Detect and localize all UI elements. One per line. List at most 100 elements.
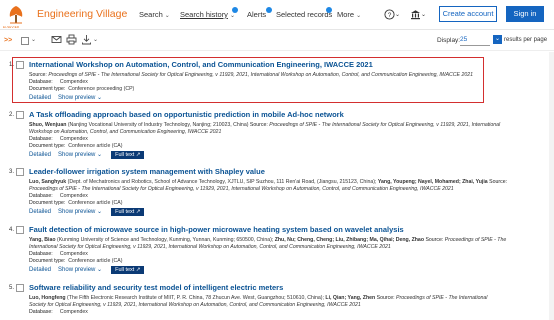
author-name[interactable]: Luo, Hongfeng [29, 295, 66, 301]
full-text-label: Full text [115, 152, 135, 158]
full-text-label: Full text [115, 209, 135, 215]
help-icon[interactable]: ? [384, 9, 395, 22]
author-affiliation: (The Fifth Electronic Research Institute… [67, 295, 324, 301]
coauthor-names[interactable]: Zhu, Nu; Cheng, Cheng; Liu, Zhibang; Ma,… [275, 237, 424, 243]
author-name[interactable]: Yang, Biao [29, 237, 56, 243]
show-preview-link[interactable]: Show preview ⌄ [58, 209, 102, 215]
nav-alerts[interactable]: Alerts [247, 10, 266, 19]
author-affiliation: (Dept. of Mechatronics and Robotics, Sch… [67, 179, 377, 185]
result-title[interactable]: International Workshop on Automation, Co… [29, 60, 373, 69]
chevron-down-icon: ⌄ [97, 152, 103, 158]
show-preview-link[interactable]: Show preview ⌄ [58, 95, 102, 101]
doctype-label: Document type: [29, 200, 66, 206]
source-text: International Society for Optical Engine… [29, 244, 391, 250]
display-label: Display: [437, 37, 461, 44]
alerts-badge [266, 7, 272, 13]
search-history-badge [232, 7, 238, 13]
result-actions: Detailed Show preview ⌄ Full text ↗ [29, 151, 145, 159]
create-account-button[interactable]: Create account [439, 6, 497, 22]
detailed-link[interactable]: Detailed [29, 152, 51, 158]
show-preview-label: Show preview [58, 267, 96, 273]
sign-in-button[interactable]: Sign in [506, 6, 544, 22]
show-preview-label: Show preview [58, 152, 96, 158]
results-per-page-select[interactable]: 25 [460, 36, 490, 46]
nav-search[interactable]: Search ⌄ [139, 10, 170, 19]
result-authors: Luo, Hongfeng (The Fifth Electronic Rese… [29, 295, 487, 302]
coauthor-names[interactable]: Yang, Youpeng; Nayel, Mohamed; Zhai, Yuj… [378, 179, 488, 185]
result-actions: Detailed Show preview ⌄ [29, 94, 109, 101]
source-text: Workshop on Automation, Control, and Com… [29, 129, 222, 135]
doctype-value: Conference proceeding (CP) [68, 86, 135, 92]
doctype-value: Conference article (CA) [68, 258, 123, 264]
result-title[interactable]: Leader-follower irrigation system manage… [29, 167, 265, 176]
nav-selected-records-label: Selected records [276, 10, 333, 19]
elsevier-logo[interactable] [4, 3, 28, 27]
chevron-down-icon[interactable]: ⌄ [93, 36, 98, 43]
chevron-down-icon[interactable]: ⌄ [395, 11, 400, 18]
chevron-down-icon: ⌄ [164, 13, 170, 19]
chevron-down-icon: ⌄ [97, 95, 103, 101]
chevron-down-icon[interactable]: ⌄ [31, 36, 36, 43]
result-number: 5. [9, 285, 15, 291]
detailed-link[interactable]: Detailed [29, 95, 51, 101]
chevron-down-icon: ⌄ [97, 209, 103, 215]
result-checkbox[interactable] [16, 168, 24, 176]
elsevier-caption: ELSEVIER [3, 25, 20, 29]
nav-more-label: More [337, 10, 355, 19]
chevron-down-icon[interactable]: ⌄ [421, 11, 426, 18]
show-preview-link[interactable]: Show preview ⌄ [58, 267, 102, 273]
source-label: Source: [29, 72, 47, 78]
result-checkbox[interactable] [16, 226, 24, 234]
database-label: Database: [29, 79, 53, 85]
result-number: 1. [9, 62, 15, 68]
show-preview-link[interactable]: Show preview ⌄ [58, 152, 102, 158]
full-text-button[interactable]: Full text ↗ [111, 151, 145, 159]
email-icon[interactable] [51, 34, 62, 47]
author-name[interactable]: Luo, Sanghyuk [29, 179, 66, 185]
database-label: Database: [29, 136, 53, 142]
detailed-link[interactable]: Detailed [29, 209, 51, 215]
results-toolbar: >> ⌄ ⌄ Display: 25 ⌄ results per page [0, 31, 554, 51]
expand-sidebar-icon[interactable]: >> [4, 37, 12, 44]
database-value: Compendex [59, 309, 88, 315]
download-icon[interactable] [81, 34, 92, 47]
source-label: Source: [376, 295, 395, 301]
result-source: Source: Proceedings of SPIE - The Intern… [29, 72, 473, 79]
result-actions: Detailed Show preview ⌄ Full text ↗ [29, 266, 145, 274]
chevron-down-icon: ⌄ [229, 13, 235, 19]
chevron-down-icon[interactable]: ⌄ [493, 35, 502, 44]
result-database: Database: Compendex [29, 309, 88, 316]
page-scrollbar[interactable] [549, 52, 554, 320]
nav-selected-records[interactable]: Selected records [276, 10, 332, 19]
brand-title[interactable]: Engineering Village [37, 8, 127, 20]
result-database: Database: Compendex [29, 193, 88, 200]
database-value: Compendex [59, 136, 88, 142]
result-title[interactable]: Fault detection of microwave source in h… [29, 225, 404, 234]
detailed-link[interactable]: Detailed [29, 267, 51, 273]
full-text-button[interactable]: Full text ↗ [111, 266, 145, 274]
result-database: Database: Compendex [29, 79, 88, 86]
nav-search-history[interactable]: Search history ⌄ [180, 10, 235, 19]
full-text-button[interactable]: Full text ↗ [111, 208, 145, 216]
result-title[interactable]: A Task offloading approach based on oppo… [29, 110, 344, 119]
nav-more[interactable]: More ⌄ [337, 10, 361, 19]
result-number: 3. [9, 169, 15, 175]
full-text-label: Full text [115, 267, 135, 273]
result-doctype: Document type: Conference article (CA) [29, 258, 122, 265]
author-affiliation: (Kunming University of Science and Techn… [56, 237, 274, 243]
database-value: Compendex [59, 79, 88, 85]
source-text: Society for Optical Engineering, v 11929… [29, 302, 361, 308]
result-checkbox[interactable] [16, 284, 24, 292]
result-database: Database: Compendex [29, 251, 88, 258]
print-icon[interactable] [66, 34, 77, 47]
author-name[interactable]: Shuo, Wenjuan [29, 122, 66, 128]
institution-icon[interactable] [410, 9, 421, 22]
select-all-checkbox[interactable] [21, 37, 29, 45]
source-label: Source: [489, 179, 508, 185]
result-checkbox[interactable] [16, 61, 24, 69]
result-checkbox[interactable] [16, 111, 24, 119]
nav-search-label: Search [139, 10, 163, 19]
result-title[interactable]: Software reliability and security test m… [29, 283, 283, 292]
coauthor-names[interactable]: Li, Qian; Yang, Zhen [325, 295, 375, 301]
source-label: Source: [249, 122, 268, 128]
